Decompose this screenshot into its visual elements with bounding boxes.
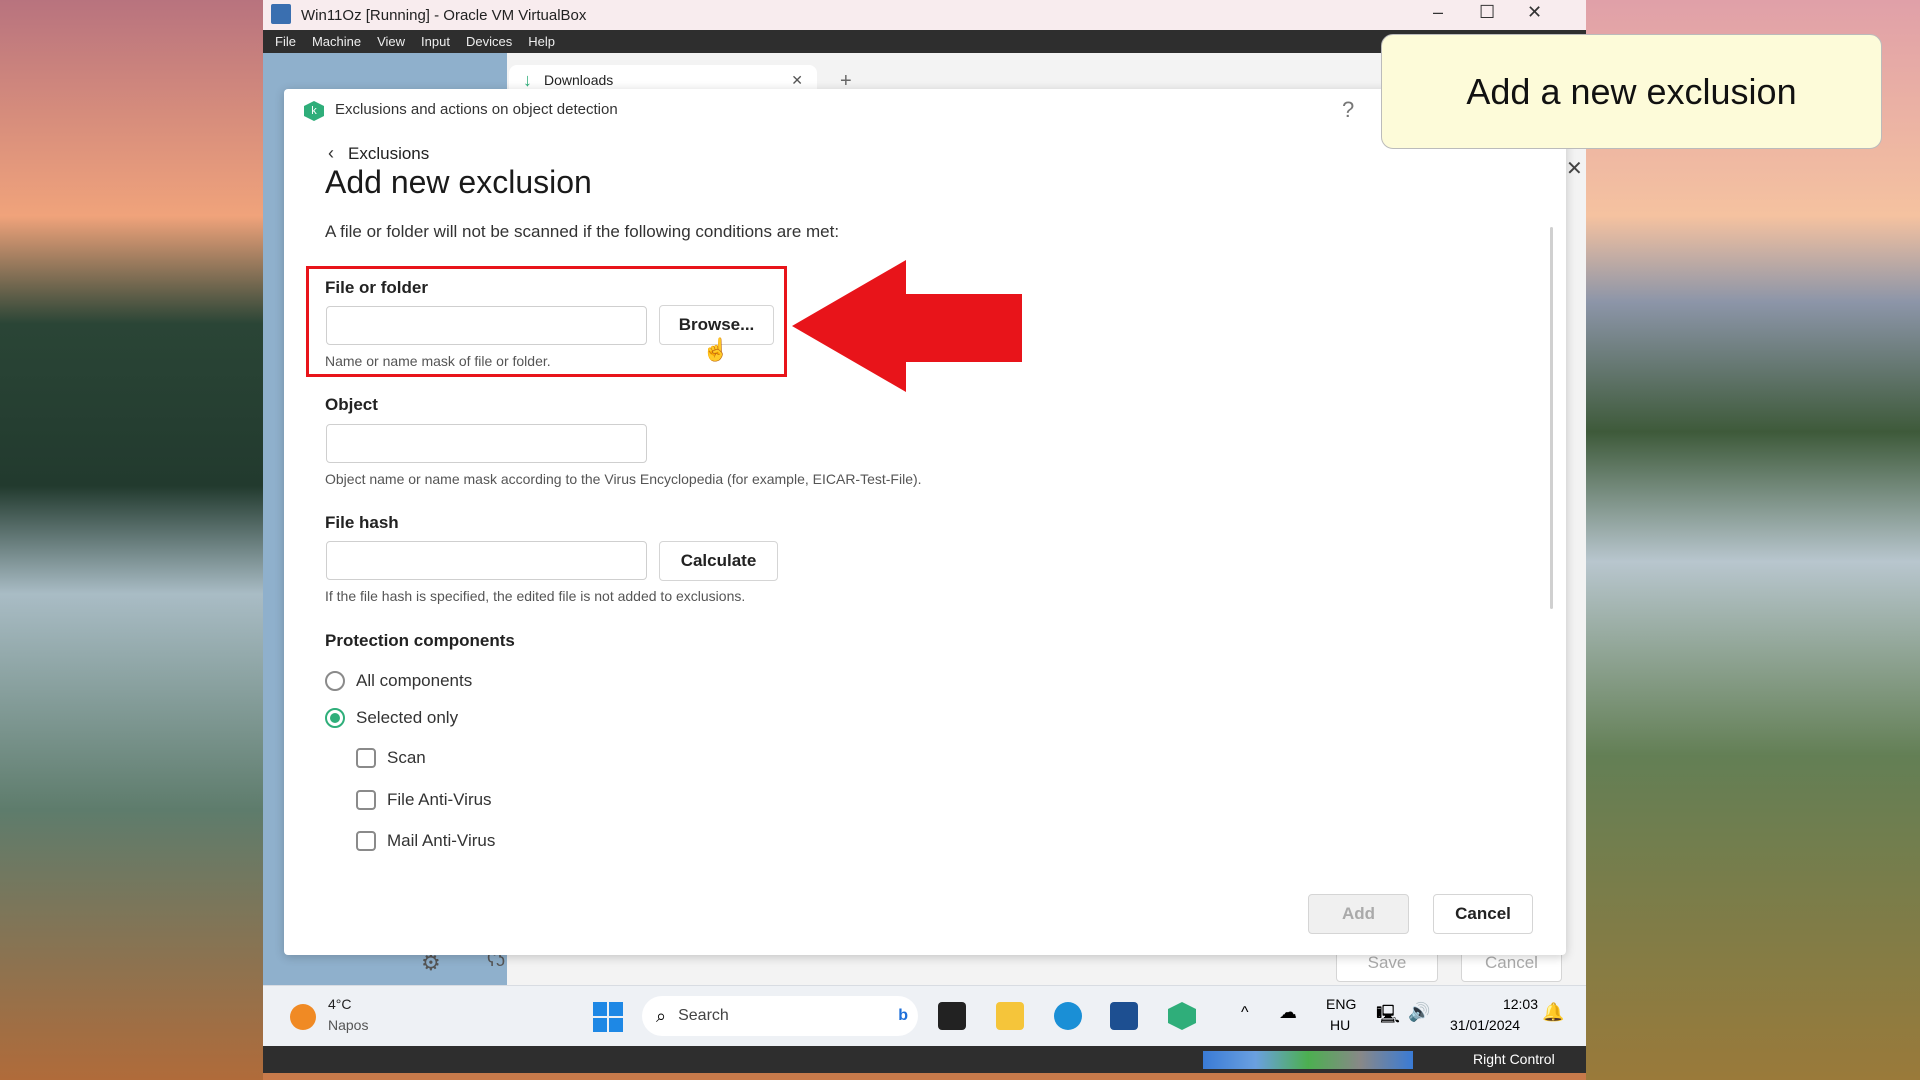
weather-temp[interactable]: 4°C bbox=[328, 996, 352, 1012]
taskbar: 4°C Napos ⌕ Search b ^ ☁ ENG HU 🖳 🔊 12:0… bbox=[263, 985, 1586, 1046]
tray-chevron-icon[interactable]: ^ bbox=[1241, 1004, 1249, 1022]
checkbox-scan[interactable]: Scan bbox=[356, 748, 426, 768]
file-hash-help: If the file hash is specified, the edite… bbox=[325, 588, 746, 604]
red-arrow-annotation bbox=[792, 260, 1022, 392]
desktop-wallpaper-left bbox=[0, 0, 263, 1080]
vm-title-bar: Win11Oz [Running] - Oracle VM VirtualBox… bbox=[263, 0, 1586, 30]
task-view-icon[interactable] bbox=[938, 1002, 966, 1030]
radio-icon bbox=[325, 671, 345, 691]
menu-file[interactable]: File bbox=[275, 34, 296, 49]
checkbox-mail-anti-virus[interactable]: Mail Anti-Virus bbox=[356, 831, 495, 851]
network-icon[interactable]: 🖳 bbox=[1376, 1002, 1400, 1032]
hand-cursor-icon: ☝ bbox=[702, 337, 730, 362]
breadcrumb-back[interactable]: ‹ Exclusions bbox=[328, 143, 429, 164]
kaspersky-taskbar-icon[interactable] bbox=[1168, 1002, 1196, 1030]
file-hash-input[interactable] bbox=[326, 541, 647, 580]
object-label: Object bbox=[325, 395, 378, 414]
checkbox-label: File Anti-Virus bbox=[387, 790, 492, 809]
tab-label: Downloads bbox=[544, 72, 614, 88]
volume-icon[interactable]: 🔊 bbox=[1408, 1002, 1430, 1023]
vm-status-icons bbox=[1203, 1051, 1413, 1069]
file-explorer-icon[interactable] bbox=[996, 1002, 1024, 1030]
checkbox-icon bbox=[356, 790, 376, 810]
weather-sun-icon[interactable] bbox=[290, 1004, 316, 1030]
cancel-button[interactable]: Cancel bbox=[1433, 894, 1533, 934]
breadcrumb-exclusions: Exclusions bbox=[348, 143, 430, 163]
checkbox-icon bbox=[356, 748, 376, 768]
calculate-button[interactable]: Calculate bbox=[659, 541, 778, 581]
store-icon[interactable] bbox=[1110, 1002, 1138, 1030]
object-help: Object name or name mask according to th… bbox=[325, 471, 922, 487]
object-input[interactable] bbox=[326, 424, 647, 463]
scrollbar[interactable] bbox=[1550, 227, 1553, 609]
desktop-wallpaper-right bbox=[1586, 0, 1920, 1080]
radio-checked-icon bbox=[325, 708, 345, 728]
dialog-header: Exclusions and actions on object detecti… bbox=[335, 101, 618, 118]
clock-date[interactable]: 31/01/2024 bbox=[1450, 1017, 1520, 1033]
file-hash-label: File hash bbox=[325, 513, 399, 532]
edge-icon[interactable] bbox=[1054, 1002, 1082, 1030]
virtualbox-icon bbox=[271, 4, 291, 24]
add-exclusion-dialog: k Exclusions and actions on object detec… bbox=[284, 89, 1566, 955]
windows-start-icon[interactable] bbox=[593, 1002, 623, 1032]
annotation-callout: Add a new exclusion bbox=[1381, 34, 1882, 149]
menu-help[interactable]: Help bbox=[528, 34, 555, 49]
search-placeholder: Search bbox=[678, 1007, 729, 1024]
search-icon: ⌕ bbox=[656, 1005, 667, 1026]
menu-input[interactable]: Input bbox=[421, 34, 450, 49]
weather-text[interactable]: Napos bbox=[328, 1017, 368, 1033]
file-folder-input[interactable] bbox=[326, 306, 647, 345]
menu-view[interactable]: View bbox=[377, 34, 405, 49]
window-title: Win11Oz [Running] - Oracle VM VirtualBox bbox=[301, 6, 587, 24]
description: A file or folder will not be scanned if … bbox=[325, 222, 840, 241]
onedrive-icon[interactable]: ☁ bbox=[1279, 1002, 1297, 1023]
checkbox-icon bbox=[356, 831, 376, 851]
radio-all-components[interactable]: All components bbox=[325, 671, 472, 691]
checkbox-label: Scan bbox=[387, 748, 426, 767]
taskbar-search[interactable]: ⌕ Search b bbox=[642, 996, 918, 1036]
kaspersky-logo-icon: k bbox=[304, 101, 324, 121]
vm-status-bar: Right Control bbox=[263, 1046, 1586, 1073]
menu-devices[interactable]: Devices bbox=[466, 34, 512, 49]
clock-time[interactable]: 12:03 bbox=[1463, 996, 1538, 1012]
help-icon[interactable]: ? bbox=[1342, 97, 1354, 123]
host-key-label: Right Control bbox=[1473, 1051, 1555, 1067]
lang-hu[interactable]: HU bbox=[1330, 1017, 1350, 1033]
radio-label: Selected only bbox=[356, 708, 459, 727]
menu-machine[interactable]: Machine bbox=[312, 34, 361, 49]
download-icon: ↓ bbox=[523, 69, 532, 90]
protection-components-label: Protection components bbox=[325, 631, 515, 650]
checkbox-file-anti-virus[interactable]: File Anti-Virus bbox=[356, 790, 492, 810]
minimize-button[interactable]: – bbox=[1433, 2, 1443, 23]
radio-selected-only[interactable]: Selected only bbox=[325, 708, 458, 728]
maximize-button[interactable]: ☐ bbox=[1479, 2, 1495, 23]
page-title: Add new exclusion bbox=[325, 164, 592, 200]
checkbox-label: Mail Anti-Virus bbox=[387, 831, 496, 850]
chevron-left-icon: ‹ bbox=[328, 143, 334, 163]
radio-label: All components bbox=[356, 671, 473, 690]
bing-icon: b bbox=[898, 1007, 908, 1024]
close-button[interactable]: ✕ bbox=[1527, 2, 1542, 23]
tab-close-icon[interactable]: ✕ bbox=[791, 72, 803, 89]
window-close-icon[interactable]: ✕ bbox=[1566, 156, 1583, 181]
file-folder-help: Name or name mask of file or folder. bbox=[325, 353, 551, 369]
notification-bell-icon[interactable]: 🔔 bbox=[1542, 1002, 1564, 1023]
lang-eng[interactable]: ENG bbox=[1326, 996, 1356, 1012]
file-folder-label: File or folder bbox=[325, 278, 428, 297]
add-button[interactable]: Add bbox=[1308, 894, 1409, 934]
